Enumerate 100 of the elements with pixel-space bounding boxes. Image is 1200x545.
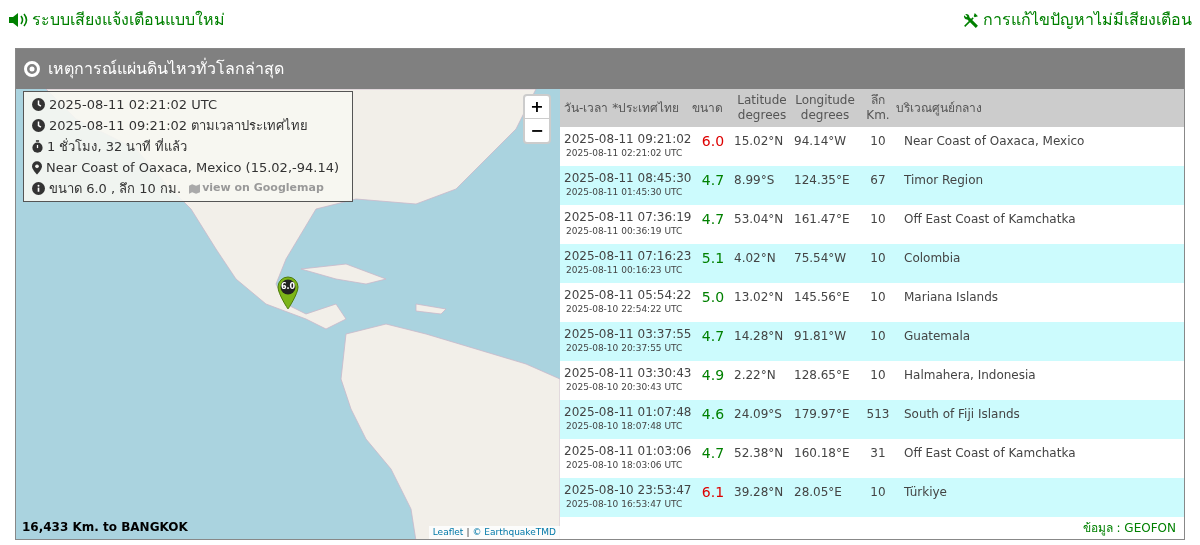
table-cell-text: 39.28°N xyxy=(734,484,785,501)
table-cell-text: 2025-08-11 00:36:19 UTC xyxy=(565,225,684,237)
table-cell-text: 10 xyxy=(869,250,887,267)
panel-title: เหตุการณ์แผ่นดินไหวทั่วโลกล่าสุด xyxy=(48,57,284,81)
info-text: ขนาด 6.0 , ลึก 10 กม. xyxy=(49,179,182,198)
table-cell-text: 2025-08-10 20:37:55 UTC xyxy=(565,342,684,354)
magnitude-cell-text: 4.7 xyxy=(700,327,726,345)
table-cell: 2025-08-11 08:45:30 xyxy=(564,171,692,186)
speaker-icon xyxy=(8,12,28,28)
column-header: Longitude degrees xyxy=(794,93,856,123)
table-cell: 2025-08-11 09:21:02 xyxy=(564,132,692,147)
table-cell-text: 31 xyxy=(869,445,887,462)
magnitude-cell-text: 4.9 xyxy=(700,366,726,384)
magnitude-cell-text: 5.1 xyxy=(700,249,726,267)
table-cell-text: 2025-08-10 18:07:48 UTC xyxy=(565,420,684,432)
table-cell-text: 10 xyxy=(869,328,887,345)
table-cell-text: 53.04°N xyxy=(734,211,785,228)
map-pin-icon xyxy=(32,160,42,175)
table-cell-text: 160.18°E xyxy=(793,445,851,462)
table-cell-text: Off East Coast of Kamchatka xyxy=(903,211,1077,228)
table-cell: 2025-08-11 03:30:43 xyxy=(564,366,692,381)
column-header: ขนาด xyxy=(692,100,724,116)
zoom-out-button[interactable]: − xyxy=(525,119,549,142)
table-cell-text: 4.02°N xyxy=(734,250,777,267)
table-cell-text: Mariana Islands xyxy=(903,289,1000,306)
table-cell-text: Guatemala xyxy=(903,328,972,345)
magnitude-cell-text: 6.1 xyxy=(700,483,726,501)
table-cell-text: 10 xyxy=(869,484,887,501)
table-cell-text: 15.02°N xyxy=(734,133,785,150)
table-cell-text: 145.56°E xyxy=(793,289,851,306)
table-cell-text: 2025-08-11 01:45:30 UTC xyxy=(565,186,684,198)
distance-text: 16,433 Km. to BANGKOK xyxy=(22,519,188,536)
info-text: 2025-08-11 02:21:02 UTC xyxy=(49,95,217,114)
column-header: วัน-เวลา *ประเทศไทย xyxy=(564,100,681,116)
table-cell-text: 124.35°E xyxy=(793,172,851,189)
table-cell: 2025-08-10 23:53:47 xyxy=(564,483,692,498)
magnitude-cell-text: 6.0 xyxy=(700,132,726,150)
table-cell-text: 94.14°W xyxy=(793,133,848,150)
info-icon xyxy=(32,182,45,195)
table-cell-text: 2025-08-10 22:54:22 UTC xyxy=(565,303,684,315)
table-cell-text: 13.02°N xyxy=(734,289,785,306)
table-cell: 2025-08-11 05:54:22 xyxy=(564,288,692,303)
table-cell: 2025-08-11 03:37:55 xyxy=(564,327,692,342)
table-cell-text: Timor Region xyxy=(903,172,985,189)
table-cell: 2025-08-11 07:36:19 xyxy=(564,210,692,225)
earthquake-marker[interactable]: 6.0 xyxy=(277,276,299,310)
table-cell-text: 128.65°E xyxy=(793,367,851,384)
alert-link[interactable]: ระบบเสียงแจ้งเตือนแบบใหม่ xyxy=(32,8,225,32)
table-cell-text: 2.22°N xyxy=(734,367,777,384)
stopwatch-icon xyxy=(32,140,43,153)
table-cell-text: Colombia xyxy=(903,250,962,267)
table-cell-text: Near Coast of Oaxaca, Mexico xyxy=(903,133,1086,150)
clock-icon xyxy=(32,98,45,111)
table-cell-text: 2025-08-10 20:30:43 UTC xyxy=(565,381,684,393)
magnitude-cell-text: 4.7 xyxy=(700,210,726,228)
table-cell-text: 67 xyxy=(869,172,887,189)
table-cell-text: South of Fiji Islands xyxy=(903,406,1021,423)
attribution-link[interactable]: Leaflet xyxy=(432,525,464,539)
attribution-link[interactable]: © EarthquakeTMD xyxy=(472,525,556,539)
table-cell-text: 179.97°E xyxy=(793,406,851,423)
info-text: 1 ชั่วโมง, 32 นาที ที่แล้ว xyxy=(47,137,188,156)
table-cell-text: 10 xyxy=(869,133,887,150)
radio-circle-icon xyxy=(24,61,40,77)
table-cell-text: 91.81°W xyxy=(793,328,848,345)
table-cell-text: 75.54°W xyxy=(793,250,848,267)
table-cell-text: Halmahera, Indonesia xyxy=(903,367,1037,384)
alert-link[interactable]: การแก้ไขปัญหาไม่มีเสียงเตือน xyxy=(983,8,1192,32)
table-cell-text: 14.28°N xyxy=(734,328,785,345)
table-cell-text: 8.99°S xyxy=(734,172,776,189)
attribution-separator: | xyxy=(466,525,470,539)
table-cell: 2025-08-11 01:03:06 xyxy=(564,444,692,459)
magnitude-cell-text: 4.7 xyxy=(700,171,726,189)
table-cell: 2025-08-11 07:16:23 xyxy=(564,249,692,264)
table-cell-text: 2025-08-10 18:03:06 UTC xyxy=(565,459,684,471)
table-cell-text: 28.05°E xyxy=(793,484,843,501)
table-cell-text: 10 xyxy=(869,367,887,384)
wrench-screwdriver-icon xyxy=(962,11,979,29)
table-cell-text: 513 xyxy=(865,406,891,423)
map-icon xyxy=(189,183,201,194)
magnitude-cell-text: 4.6 xyxy=(700,405,726,423)
table-cell-text: 161.47°E xyxy=(793,211,851,228)
magnitude-cell-text: 4.7 xyxy=(700,444,726,462)
googlemap-link[interactable]: view on Googlemap xyxy=(189,180,324,197)
table-cell: 2025-08-11 01:07:48 xyxy=(564,405,692,420)
data-source-text: ข้อมูล : GEOFON xyxy=(1082,520,1176,537)
table-cell-text: 10 xyxy=(869,289,887,306)
clock-icon xyxy=(32,119,45,132)
info-text: 2025-08-11 09:21:02 ตามเวลาประเทศไทย xyxy=(49,116,309,135)
table-cell-text: Türkiye xyxy=(903,484,948,501)
info-text: Near Coast of Oaxaca, Mexico (15.02,-94.14) xyxy=(46,158,339,177)
table-cell-text: Off East Coast of Kamchatka xyxy=(903,445,1077,462)
table-cell-text: 10 xyxy=(869,211,887,228)
column-header: Latitude degrees xyxy=(736,93,788,123)
table-cell-text: 52.38°N xyxy=(734,445,785,462)
table-cell-text: 2025-08-11 02:21:02 UTC xyxy=(565,147,684,159)
table-cell-text: 24.09°S xyxy=(734,406,783,423)
column-header: ลึก Km. xyxy=(865,93,891,123)
table-cell-text: 2025-08-11 00:16:23 UTC xyxy=(565,264,684,276)
zoom-in-button[interactable]: + xyxy=(525,96,549,119)
magnitude-cell-text: 5.0 xyxy=(700,288,726,306)
